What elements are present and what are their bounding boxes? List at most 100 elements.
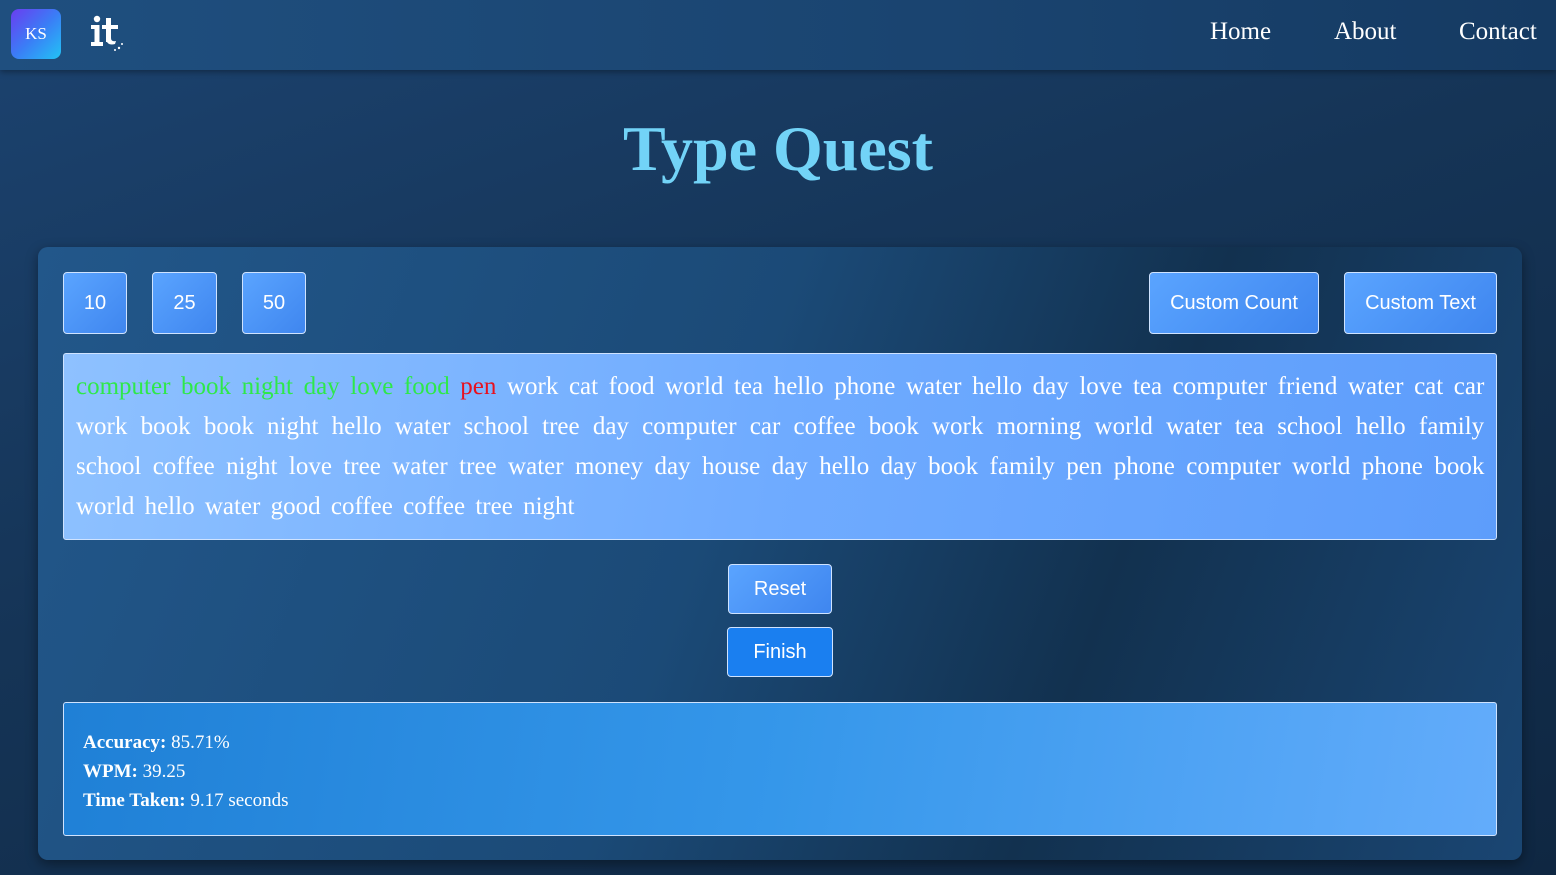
text-word: school <box>1277 413 1343 440</box>
text-word: night <box>226 453 278 480</box>
text-word: car <box>749 413 781 440</box>
text-word: day <box>880 453 917 480</box>
text-word: world <box>1292 453 1351 480</box>
accuracy-row: Accuracy: 85.71% <box>83 728 1477 757</box>
text-word: hello <box>331 413 382 440</box>
text-word: school <box>76 453 142 480</box>
nav-about-link[interactable]: About <box>1334 18 1397 46</box>
text-word: work <box>506 373 559 400</box>
text-word: car <box>1453 373 1485 400</box>
text-word: tree <box>459 453 497 480</box>
time-label: Time Taken: <box>83 790 186 811</box>
reset-button[interactable]: Reset <box>728 564 832 614</box>
wpm-value: 39.25 <box>142 761 186 782</box>
text-word: cat <box>1414 373 1444 400</box>
count-10-button[interactable]: 10 <box>63 272 127 334</box>
count-50-button[interactable]: 50 <box>242 272 306 334</box>
wpm-label: WPM: <box>83 761 138 782</box>
text-word: world <box>1094 413 1153 440</box>
text-word: hello <box>773 373 824 400</box>
text-word: work <box>931 413 984 440</box>
page-title: Type Quest <box>623 113 933 184</box>
text-word: hello <box>1355 413 1406 440</box>
text-word: tree <box>542 413 580 440</box>
text-word: phone <box>1113 453 1175 480</box>
results-box: Accuracy: 85.71% WPM: 39.25 Time Taken: … <box>63 702 1497 836</box>
text-word: tea <box>733 373 764 400</box>
accuracy-label: Accuracy: <box>83 732 167 753</box>
text-word: water <box>392 453 448 480</box>
ks-logo-text: KS <box>25 24 47 43</box>
time-value: 9.17 seconds <box>190 790 289 811</box>
text-word: tree <box>343 453 381 480</box>
text-word: computer <box>642 413 737 440</box>
ks-logo[interactable]: KS <box>11 9 61 59</box>
text-word: hello <box>972 373 1023 400</box>
text-word: day <box>592 413 629 440</box>
typing-text-area[interactable]: computer book night day love food pen wo… <box>63 353 1497 540</box>
it-logo-icon[interactable] <box>88 14 124 52</box>
text-word: book <box>203 413 254 440</box>
text-word: computer <box>76 373 171 400</box>
text-word: book <box>181 373 231 400</box>
text-word: coffee <box>403 493 466 520</box>
text-word: water <box>508 453 564 480</box>
text-word: good <box>270 493 321 520</box>
text-word: coffee <box>152 453 215 480</box>
text-word: night <box>267 413 319 440</box>
custom-text-button[interactable]: Custom Text <box>1344 272 1497 334</box>
text-word: tea <box>1234 413 1264 440</box>
text-word: family <box>989 453 1055 480</box>
text-word: computer <box>1172 373 1268 400</box>
text-word: hello <box>144 493 195 520</box>
text-word: book <box>1434 453 1485 480</box>
finish-button[interactable]: Finish <box>727 627 833 677</box>
text-word: world <box>76 493 135 520</box>
text-word: water <box>1166 413 1222 440</box>
wpm-row: WPM: 39.25 <box>83 757 1477 786</box>
text-word: computer <box>1186 453 1281 480</box>
text-word: pen <box>1066 453 1103 480</box>
text-word: money <box>574 453 644 480</box>
text-word: house <box>701 453 761 480</box>
text-word: day <box>654 453 691 480</box>
text-word: pen <box>460 373 497 400</box>
text-word: food <box>403 373 450 400</box>
text-word: phone <box>834 373 896 400</box>
typing-panel: 10 25 50 Custom Count Custom Text comput… <box>38 247 1522 860</box>
nav-home-link[interactable]: Home <box>1210 18 1271 46</box>
text-word: love <box>1079 373 1123 400</box>
text-word: hello <box>819 453 870 480</box>
text-word: coffee <box>793 413 856 440</box>
count-25-button[interactable]: 25 <box>152 272 217 334</box>
text-word: cat <box>568 373 599 400</box>
text-word: tree <box>475 493 513 520</box>
text-word: school <box>463 413 529 440</box>
text-word: water <box>905 373 962 400</box>
text-word: morning <box>996 413 1082 440</box>
custom-count-button[interactable]: Custom Count <box>1149 272 1319 334</box>
text-word: phone <box>1361 453 1423 480</box>
text-word: day <box>303 373 340 400</box>
text-word: love <box>350 373 394 400</box>
accuracy-value: 85.71% <box>171 732 230 753</box>
text-word: book <box>140 413 191 440</box>
text-word: love <box>288 453 332 480</box>
text-word: water <box>1347 373 1404 400</box>
text-word: friend <box>1277 373 1338 400</box>
text-word: coffee <box>330 493 393 520</box>
text-word: day <box>771 453 808 480</box>
nav-contact-link[interactable]: Contact <box>1459 18 1537 46</box>
text-word: book <box>928 453 979 480</box>
text-word: book <box>868 413 919 440</box>
text-word: world <box>665 373 724 400</box>
text-word: water <box>394 413 451 440</box>
time-row: Time Taken: 9.17 seconds <box>83 786 1477 815</box>
text-word: tea <box>1132 373 1163 400</box>
text-word: food <box>608 373 655 400</box>
text-word: night <box>241 373 293 400</box>
top-navbar: KS Home About Contact <box>0 0 1556 70</box>
text-word: night <box>523 493 575 520</box>
text-word: work <box>76 413 128 440</box>
text-word: family <box>1418 413 1485 440</box>
